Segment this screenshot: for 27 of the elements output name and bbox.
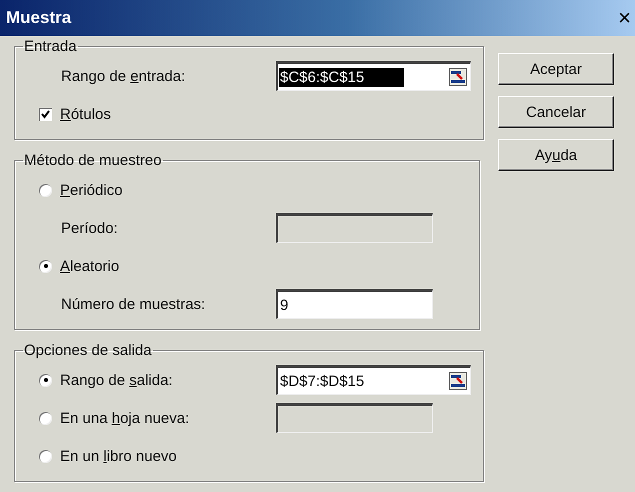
range-field[interactable]: $C$6:$C$15 — [276, 61, 471, 91]
group-title: Opciones de salida — [23, 342, 153, 359]
window-title: Muestra — [6, 8, 72, 28]
radio-label: Aleatorio — [60, 258, 120, 274]
range-picker-icon[interactable] — [449, 68, 467, 86]
field-label: Número de muestras: — [61, 296, 206, 312]
field-label: Período: — [61, 220, 118, 236]
group-title: Método de muestreo — [23, 152, 163, 169]
radio-label: Rango de salida: — [60, 372, 173, 388]
checkbox-label: Rótulos — [60, 106, 111, 122]
radio-label: En un libro nuevo — [60, 448, 177, 464]
radio-button[interactable] — [39, 260, 52, 272]
range-field[interactable]: $D$7:$D$15 — [276, 365, 471, 395]
radio-label: Periódico — [60, 182, 123, 198]
dialog-button[interactable]: Cancelar — [498, 96, 614, 128]
radio-button[interactable] — [39, 450, 52, 462]
dialog-button[interactable]: Aceptar — [498, 53, 614, 85]
checkbox[interactable] — [39, 108, 52, 120]
group-title: Entrada — [23, 38, 78, 55]
range-picker-icon[interactable] — [449, 372, 467, 390]
radio-button[interactable] — [39, 374, 52, 386]
radio-button[interactable] — [39, 184, 52, 196]
input-field[interactable]: 9 — [276, 289, 433, 319]
dialog-button[interactable]: Ayuda — [498, 139, 614, 171]
radio-label: En una hoja nueva: — [60, 410, 190, 426]
close-button[interactable]: × — [618, 7, 631, 29]
field-label: Rango de entrada: — [61, 68, 186, 84]
